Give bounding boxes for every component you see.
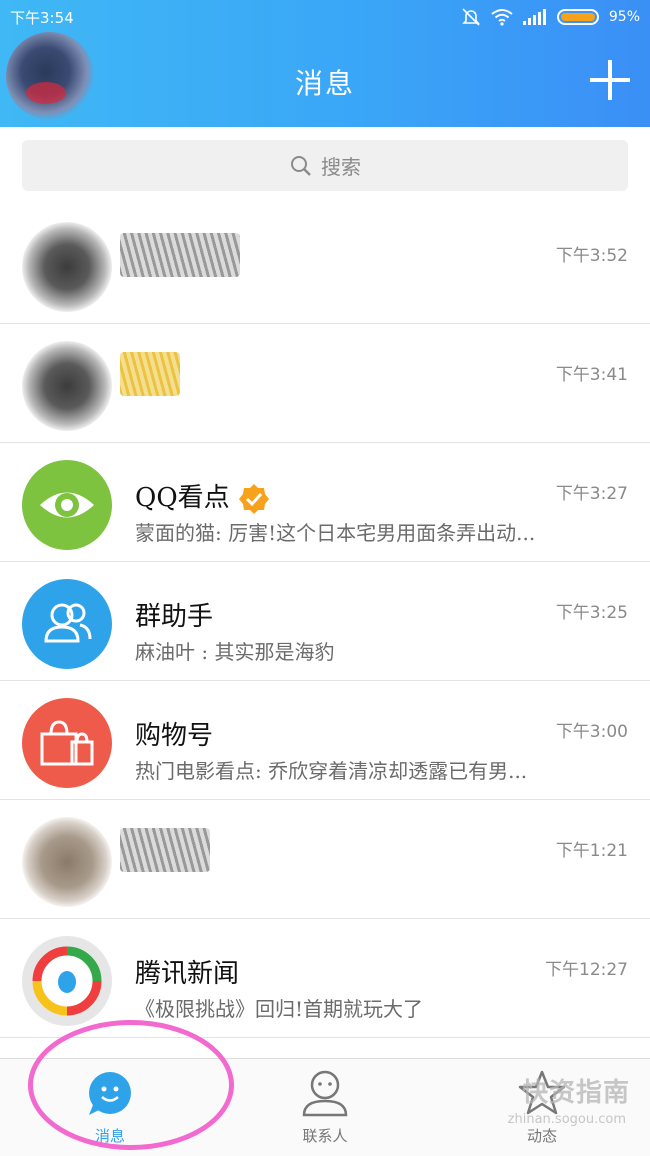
page-title: 消息 [294,67,355,100]
chat-preview: 热门电影看点: 乔欣穿着清凉却透露已有男... [135,759,528,783]
search-placeholder: 搜索 [321,155,361,179]
tab-contacts[interactable]: 联系人 [265,1069,385,1146]
contact-avatar [22,222,112,312]
chat-row[interactable]: 下午3:41 [0,324,650,443]
contact-person-icon [302,1070,348,1117]
chat-row-tencent-news[interactable]: 腾讯新闻 《极限挑战》回归!首期就玩大了 下午12:27 [0,919,650,1038]
chat-time: 下午3:00 [555,722,628,742]
chat-row-shopping[interactable]: 购物号 热门电影看点: 乔欣穿着清凉却透露已有男... 下午3:00 [0,681,650,800]
chat-time: 下午3:27 [555,484,628,504]
chat-time: 下午3:25 [555,603,628,623]
chat-time: 下午1:21 [555,841,628,861]
chat-name: 购物号 [135,721,214,751]
add-button[interactable] [590,60,630,100]
blurred-name [120,352,180,396]
chat-name: QQ看点 [135,477,270,515]
watermark-url: zhinan.sogou.com [507,1112,626,1127]
status-time: 下午3:54 [10,9,74,27]
mute-bell-icon [461,8,480,26]
blurred-name [120,828,210,872]
highlight-annotation [28,1020,234,1150]
chat-preview: 麻油叶 : 其实那是海豹 [135,640,335,664]
chat-time: 下午3:52 [555,246,628,266]
search-bar[interactable]: 搜索 [22,140,628,191]
blurred-name [120,233,240,277]
chat-name: 腾讯新闻 [135,959,240,989]
shopping-bag-icon [22,698,112,788]
eye-icon [22,460,112,550]
contact-avatar [22,817,112,907]
chat-row-group-assistant[interactable]: 群助手 麻油叶 : 其实那是海豹 下午3:25 [0,562,650,681]
chat-row[interactable]: 下午3:52 [0,205,650,324]
chat-time: 下午3:41 [555,365,628,385]
chat-preview: 蒙面的猫: 厉害!这个日本宅男用面条弄出动... [135,521,536,545]
contact-avatar [22,341,112,431]
verified-badge-icon [238,484,269,514]
battery-level: 95% [608,9,640,25]
signal-icon [522,9,546,25]
chat-preview: 《极限挑战》回归!首期就玩大了 [135,997,424,1021]
app-header: 下午3:54 95% 消息 [0,0,650,127]
tencent-news-icon [22,936,112,1026]
chat-row[interactable]: 下午1:21 [0,800,650,919]
chat-name: 群助手 [135,602,214,632]
wifi-icon [491,9,513,26]
chat-time: 下午12:27 [545,960,628,980]
chat-list: 下午3:52 下午3:41 QQ看点 蒙面的猫: 厉害!这个日本宅男用面条弄出动… [0,205,650,1038]
battery-icon [556,9,599,25]
watermark: 快资指南 [521,1078,630,1108]
search-icon [291,155,311,176]
group-icon [22,579,112,669]
chat-row-qq-kandian[interactable]: QQ看点 蒙面的猫: 厉害!这个日本宅男用面条弄出动... 下午3:27 [0,443,650,562]
status-icons: 95% [461,7,640,27]
